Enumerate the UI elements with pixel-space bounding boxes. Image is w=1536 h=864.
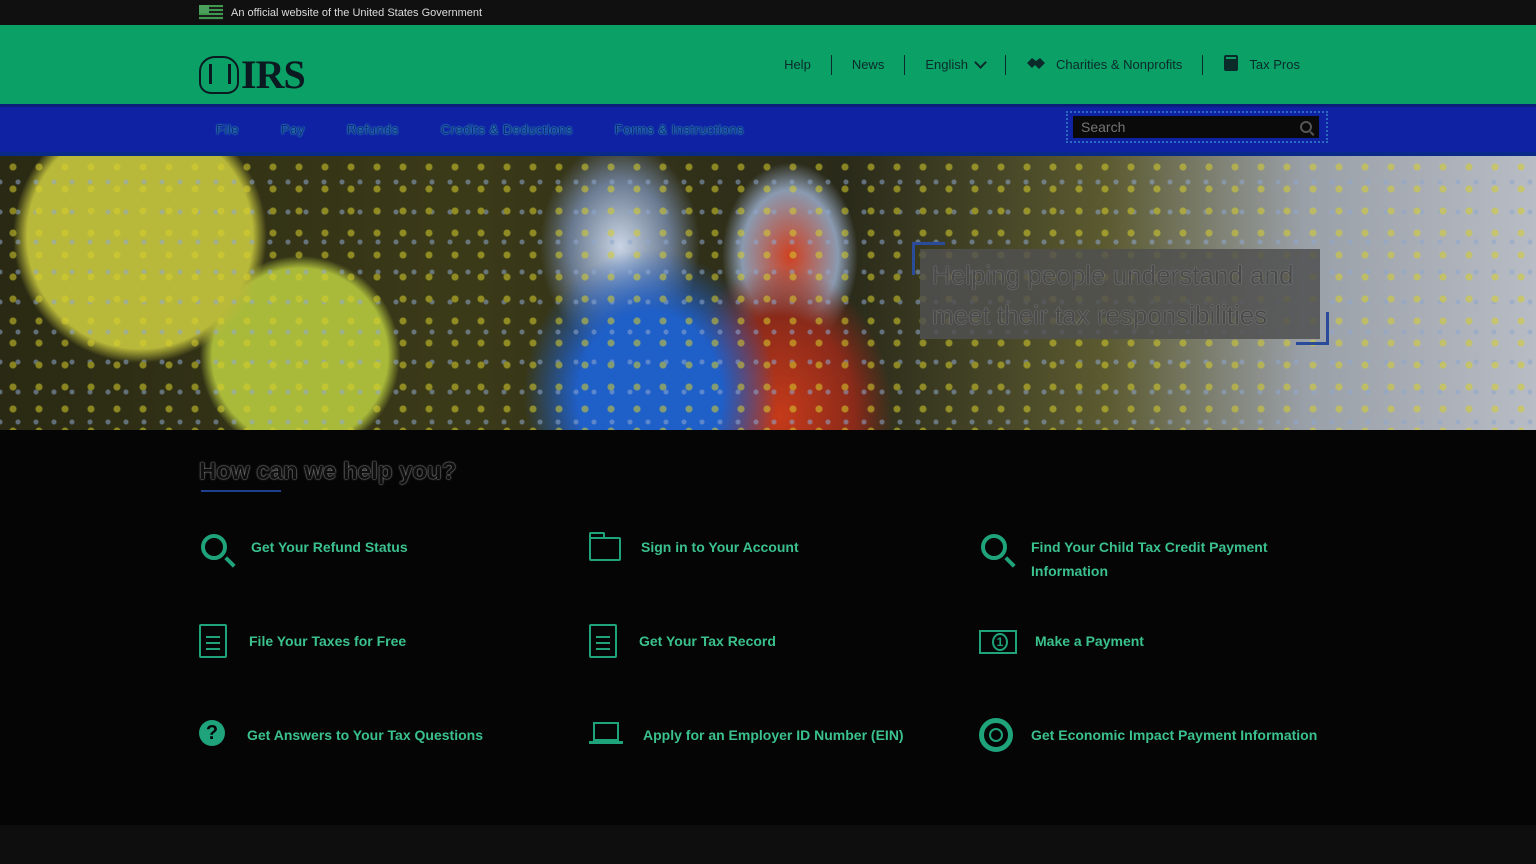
money-icon [979,630,1017,654]
child-tax-credit-link[interactable]: Find Your Child Tax Credit Payment Infor… [979,530,1339,624]
news-link-label: News [851,57,885,72]
document-icon [199,624,227,658]
irs-logo[interactable]: IRS [199,51,306,98]
folder-icon [589,532,621,561]
gov-banner-text: An official website of the United States… [231,6,483,19]
tax-pros-link-label: Tax Pros [1249,57,1300,72]
laptop-icon [589,722,623,744]
nav-file[interactable]: File [216,122,239,137]
nav-credits-deductions[interactable]: Credits & Deductions [441,122,573,137]
charities-link-label: Charities & Nonprofits [1055,57,1183,72]
handshake-icon [1026,55,1046,74]
link-label: Apply for an Employer ID Number (EIN) [643,727,904,743]
economic-impact-link[interactable]: Get Economic Impact Payment Information [979,718,1339,812]
us-flag-icon [199,5,223,20]
search-icon [201,534,227,560]
book-icon [1223,54,1239,75]
tax-pros-link[interactable]: Tax Pros [1202,54,1320,75]
lifebuoy-icon [979,718,1013,752]
nav-pay[interactable]: Pay [281,122,305,137]
make-payment-link[interactable]: Make a Payment [979,624,1339,718]
help-link[interactable]: Help [764,55,831,75]
utility-nav: Help News English Charities & Nonprofits… [764,25,1320,104]
link-label: File Your Taxes for Free [249,633,407,649]
link-label: Get Answers to Your Tax Questions [247,727,483,743]
link-label: Make a Payment [1035,633,1144,649]
link-label: Get Your Tax Record [639,633,776,649]
gov-banner: An official website of the United States… [0,0,1536,25]
hero-caption: Helping people understand and meet their… [920,249,1320,339]
search-icon[interactable] [1300,121,1312,133]
language-label: English [925,57,968,72]
help-links-grid: Get Your Refund Status Sign in to Your A… [199,530,1339,812]
footer-strip [0,825,1536,864]
link-label: Get Economic Impact Payment Information [1031,727,1318,743]
news-link[interactable]: News [830,54,905,75]
main-nav: File Pay Refunds Credits & Deductions Fo… [0,107,1536,156]
sign-in-link[interactable]: Sign in to Your Account [589,530,979,624]
tax-questions-link[interactable]: ? Get Answers to Your Tax Questions [199,718,589,812]
search-icon [981,534,1007,560]
logo-text: IRS [241,52,306,97]
search-form [1066,111,1328,143]
file-free-link[interactable]: File Your Taxes for Free [199,624,589,718]
ein-link[interactable]: Apply for an Employer ID Number (EIN) [589,718,979,812]
tax-record-link[interactable]: Get Your Tax Record [589,624,979,718]
hero-banner: Helping people understand and meet their… [0,156,1536,430]
question-icon: ? [199,720,225,746]
nav-refunds[interactable]: Refunds [347,122,399,137]
help-link-label: Help [784,57,811,72]
refund-status-link[interactable]: Get Your Refund Status [199,530,589,624]
language-select[interactable]: English [904,54,1005,75]
charities-link[interactable]: Charities & Nonprofits [1004,54,1202,75]
nav-forms-instructions[interactable]: Forms & Instructions [615,122,744,137]
chevron-down-icon [974,56,987,69]
eagle-icon [199,55,239,94]
link-label: Find Your Child Tax Credit Payment Infor… [1031,539,1268,579]
search-input[interactable] [1073,116,1319,138]
help-heading: How can we help you? [199,458,457,485]
help-section: How can we help you? Get Your Refund Sta… [0,430,1536,826]
link-label: Get Your Refund Status [251,539,408,555]
heading-underline [201,490,281,492]
link-label: Sign in to Your Account [641,539,799,555]
site-header: IRS Help News English Charities & Nonpro… [0,25,1536,107]
caption-corner-bottom-right [1296,312,1329,345]
document-icon [589,624,617,658]
